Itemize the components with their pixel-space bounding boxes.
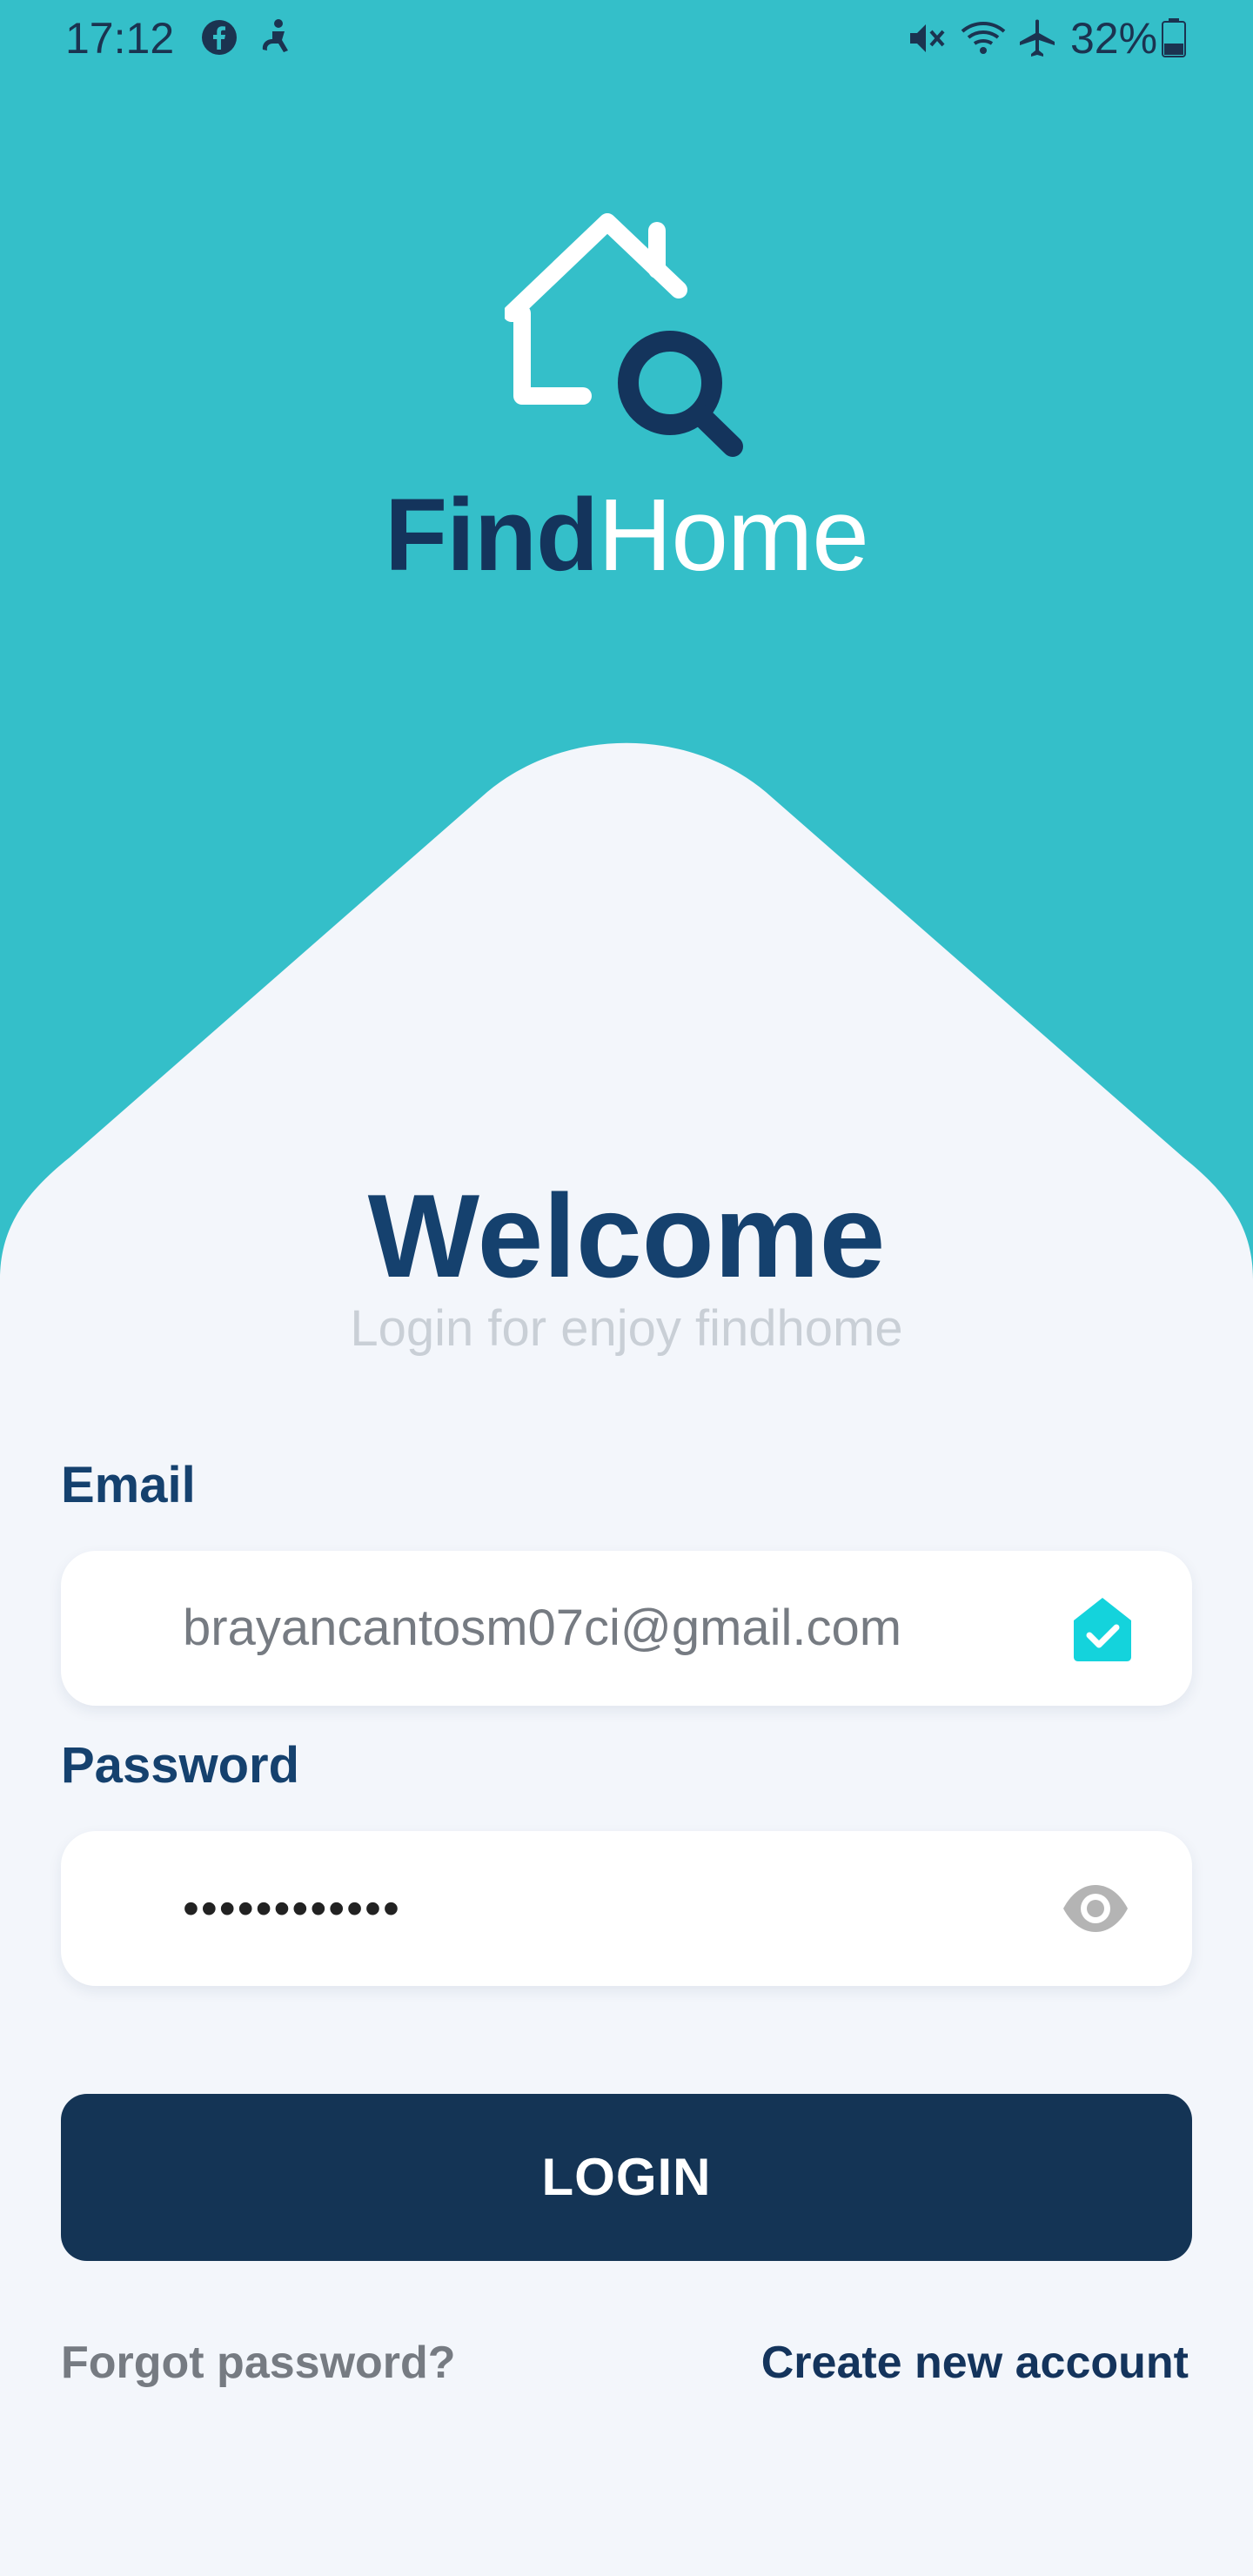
welcome-subtitle: Login for enjoy findhome (350, 1300, 903, 1357)
password-input-value[interactable]: •••••••••••• (183, 1831, 401, 1986)
forgot-password-link[interactable]: Forgot password? (61, 2332, 456, 2393)
status-bar: 17:12 32% (0, 0, 1253, 80)
password-field[interactable]: •••••••••••• (61, 1831, 1192, 1986)
logo-find: Find (385, 478, 599, 593)
email-label: Email (61, 1457, 196, 1513)
email-field[interactable]: brayancantosm07ci@gmail.com (61, 1551, 1192, 1706)
facebook-icon (202, 20, 237, 55)
verified-house-icon (1074, 1598, 1131, 1661)
status-time: 17:12 (65, 14, 175, 63)
wifi-icon (961, 22, 1006, 54)
app-logo-text: FindHome (0, 470, 1253, 600)
create-account-link[interactable]: Create new account (761, 2332, 1189, 2393)
welcome-title: Welcome (367, 1170, 886, 1302)
accessibility-icon (262, 19, 288, 52)
airplane-icon (1020, 19, 1055, 57)
password-label: Password (61, 1737, 299, 1794)
mute-icon (910, 24, 945, 52)
eye-icon[interactable] (1060, 1880, 1131, 1937)
battery-percentage: 32% (1070, 14, 1158, 63)
login-button[interactable]: LOGIN (61, 2094, 1192, 2261)
email-input-value[interactable]: brayancantosm07ci@gmail.com (183, 1551, 901, 1706)
house-search-icon (505, 213, 743, 457)
logo-home: Home (598, 478, 869, 593)
battery-icon (1162, 18, 1186, 57)
